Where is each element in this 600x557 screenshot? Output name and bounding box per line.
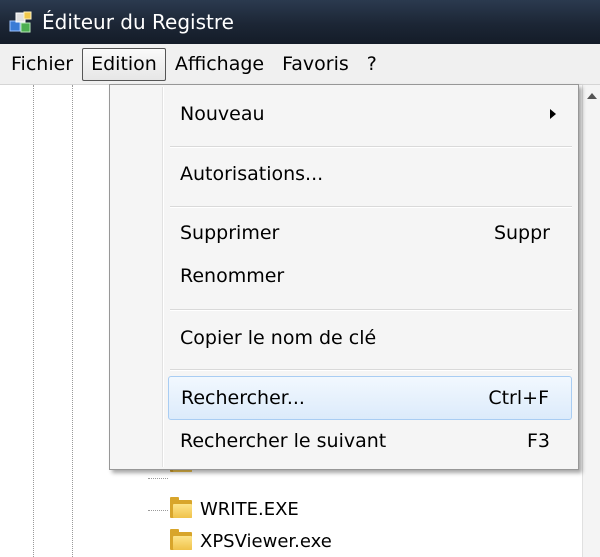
window-title: Éditeur du Registre: [42, 10, 234, 34]
menu-item-label: Rechercher...: [181, 387, 305, 409]
menu-item-autorisations[interactable]: Autorisations...: [168, 153, 572, 195]
menu-item-label: Nouveau: [180, 103, 265, 125]
tree-line: [72, 85, 73, 557]
menu-separator: [170, 369, 572, 371]
folder-icon: [170, 497, 192, 518]
menu-separator: [170, 309, 572, 311]
registry-editor-icon[interactable]: [8, 9, 34, 35]
menu-bar: Fichier Edition Affichage Favoris ?: [0, 44, 600, 85]
tree-line: [33, 85, 34, 557]
menu-edition[interactable]: Edition: [82, 47, 166, 81]
tree-line: [148, 510, 168, 511]
edition-dropdown-menu: Nouveau Autorisations... Supprimer Suppr…: [109, 84, 579, 470]
tree-item-label: WRITE.EXE: [200, 498, 299, 520]
menu-item-label: Rechercher le suivant: [180, 430, 387, 452]
folder-icon: [170, 529, 192, 550]
menu-item-shortcut: Ctrl+F: [488, 387, 549, 409]
menu-fichier[interactable]: Fichier: [2, 48, 82, 81]
menu-item-nouveau[interactable]: Nouveau: [168, 93, 572, 135]
tree-item-label: XPSViewer.exe: [200, 530, 332, 552]
menu-item-label: Copier le nom de clé: [180, 327, 377, 349]
menu-item-rechercher[interactable]: Rechercher... Ctrl+F: [168, 376, 572, 420]
submenu-arrow-icon: [550, 109, 556, 119]
menu-item-label: Supprimer: [180, 222, 280, 244]
menu-item-renommer[interactable]: Renommer: [168, 255, 572, 297]
menu-item-supprimer[interactable]: Supprimer Suppr: [168, 212, 572, 254]
menu-favoris[interactable]: Favoris: [273, 48, 358, 81]
menu-item-copier-nom-cle[interactable]: Copier le nom de clé: [168, 317, 572, 359]
menu-item-rechercher-suivant[interactable]: Rechercher le suivant F3: [168, 420, 572, 462]
vertical-scrollbar[interactable]: [582, 85, 600, 557]
menu-help[interactable]: ?: [358, 48, 386, 81]
title-bar[interactable]: Éditeur du Registre: [0, 0, 600, 44]
menu-item-label: Renommer: [180, 265, 285, 287]
menu-item-shortcut: Suppr: [493, 222, 550, 244]
tree-item[interactable]: WRITE.EXE: [170, 495, 299, 523]
tree-item[interactable]: XPSViewer.exe: [170, 527, 332, 555]
menu-item-shortcut: F3: [526, 430, 550, 452]
menu-affichage[interactable]: Affichage: [166, 48, 273, 81]
menu-separator: [170, 146, 572, 148]
tree-line: [148, 478, 168, 479]
menu-separator: [170, 206, 572, 208]
scroll-up-icon[interactable]: [587, 93, 597, 99]
menu-item-label: Autorisations...: [180, 163, 324, 185]
menu-gutter: [162, 87, 164, 467]
